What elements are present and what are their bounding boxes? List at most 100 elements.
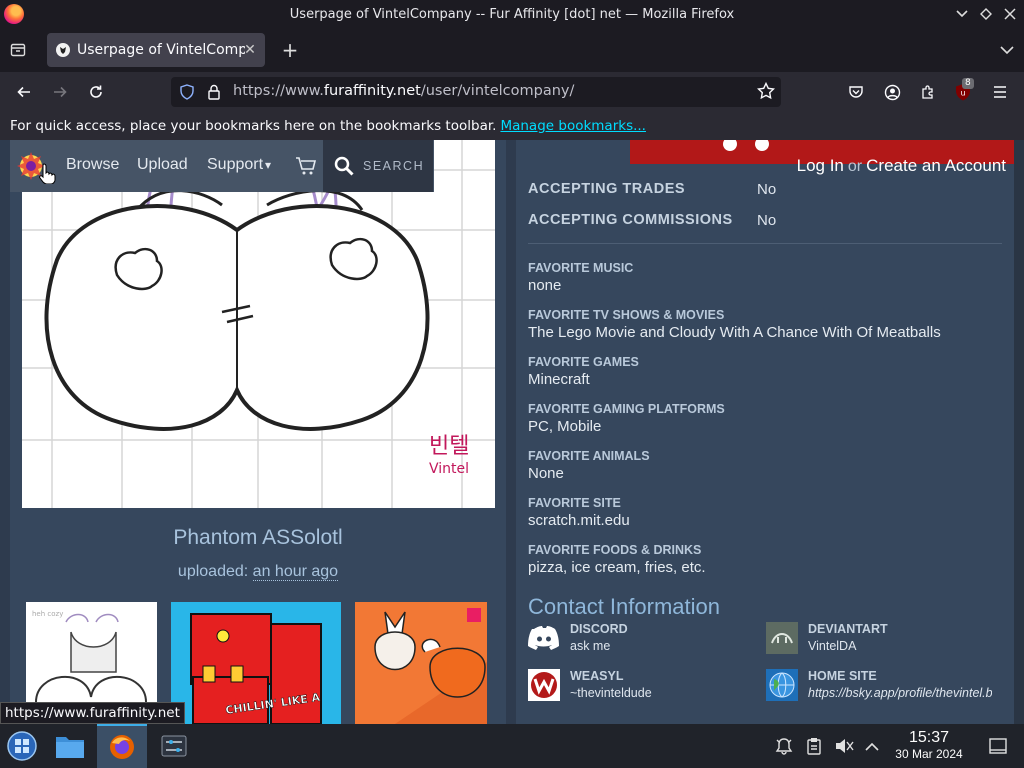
tab-close-icon[interactable]: ✕ (241, 41, 259, 59)
pocket-button[interactable] (844, 80, 868, 104)
mouse-pointer-icon (39, 163, 56, 184)
clock-time: 15:37 (908, 729, 950, 746)
thumbnail-caption-1: heh cozy (32, 610, 63, 618)
reload-button[interactable] (84, 80, 108, 104)
profile-info-panel: ACCEPTING TRADES No ACCEPTING COMMISSION… (516, 140, 1014, 724)
nav-browse[interactable]: Browse (66, 156, 119, 174)
favorite-music: FAVORITE MUSIC none (528, 261, 634, 294)
firefox-logo-icon (4, 4, 24, 24)
url-text[interactable]: https://www.furaffinity.net/user/vintelc… (233, 83, 574, 99)
submission-title[interactable]: Phantom ASSolotl (10, 526, 506, 550)
taskbar-clock[interactable]: 15:37 30 Mar 2024 (886, 729, 972, 761)
taskbar-firefox-button[interactable] (97, 724, 147, 768)
ublock-count-badge: 8 (962, 78, 974, 89)
reload-icon (90, 85, 102, 98)
show-desktop-button[interactable] (986, 724, 1010, 768)
contact-deviantart[interactable]: DEVIANTART VintelDA (766, 622, 996, 658)
folder-icon (56, 737, 84, 758)
artist-signature-korean: 빈텔 (429, 434, 469, 459)
tab-userpage[interactable]: Userpage of VintelCompany -- Fur Affinit… (47, 33, 265, 67)
clock-date: 30 Mar 2024 (895, 747, 963, 761)
clipboard-tray-icon[interactable] (802, 724, 826, 768)
deviantart-icon (766, 622, 798, 654)
tray-expand-chevron-icon[interactable] (860, 724, 884, 768)
svg-text:u: u (960, 89, 965, 98)
pocket-icon (849, 86, 863, 98)
submission-upload-time: uploaded: an hour ago (177, 563, 339, 581)
firefox-view-button[interactable] (6, 38, 30, 62)
globe-icon (766, 669, 798, 701)
settings-sliders-icon (161, 735, 187, 757)
desktop-taskbar: 15:37 30 Mar 2024 (0, 724, 1024, 768)
forward-button[interactable] (48, 80, 72, 104)
forward-arrow-icon (54, 86, 67, 98)
app-menu-button[interactable] (988, 80, 1012, 104)
contact-information-heading: Contact Information (528, 594, 720, 619)
featured-artwork-image[interactable]: 빈텔 Vintel (22, 140, 495, 508)
favorite-animals: FAVORITE ANIMALS None (528, 449, 650, 482)
maximize-icon[interactable] (974, 0, 998, 28)
chevron-down-icon (1000, 46, 1014, 55)
notifications-tray-icon[interactable] (772, 724, 796, 768)
volume-muted-tray-icon[interactable] (832, 724, 856, 768)
search-icon[interactable] (334, 156, 354, 176)
favorite-tv-shows-movies: FAVORITE TV SHOWS & MOVIES The Lego Movie… (528, 308, 941, 341)
nav-support[interactable]: Support ▾ (207, 156, 271, 174)
minimize-icon[interactable] (950, 0, 974, 28)
back-arrow-icon (17, 86, 30, 98)
create-account-link[interactable]: Create an Account (866, 156, 1006, 175)
window-titlebar: Userpage of VintelCompany -- Fur Affinit… (0, 0, 1024, 28)
page-scrollbar[interactable] (1014, 140, 1024, 724)
caret-down-icon: ▾ (265, 158, 272, 172)
start-orb-icon (7, 731, 37, 761)
gallery-thumbnail-3[interactable] (355, 602, 487, 724)
weasyl-icon (528, 669, 560, 701)
bookmarks-toolbar: For quick access, place your bookmarks h… (0, 112, 1024, 140)
contact-discord[interactable]: DISCORD ask me (528, 622, 758, 658)
list-all-tabs-button[interactable] (1000, 40, 1014, 59)
url-bar[interactable]: https://www.furaffinity.net/user/vintelc… (171, 77, 781, 107)
favorite-foods-drinks: FAVORITE FOODS & DRINKS pizza, ice cream,… (528, 543, 706, 576)
section-divider (528, 243, 1002, 244)
hamburger-menu-icon (994, 86, 1006, 98)
show-desktop-icon (989, 738, 1007, 754)
contact-weasyl[interactable]: WEASYL ~thevinteldude (528, 669, 758, 705)
favorite-gaming-platforms: FAVORITE GAMING PLATFORMS PC, Mobile (528, 402, 725, 435)
page-content: 빈텔 Vintel Phantom ASSolotl uploaded: an … (0, 140, 1024, 724)
shopping-cart-icon[interactable] (295, 156, 317, 176)
puzzle-piece-icon (922, 85, 933, 99)
file-manager-button[interactable] (48, 724, 92, 768)
close-window-icon[interactable] (998, 0, 1022, 28)
bookmarks-empty-message: For quick access, place your bookmarks h… (10, 118, 497, 134)
discord-icon (528, 622, 560, 654)
firefox-view-icon (10, 43, 26, 57)
site-header: Browse Upload Support ▾ SEARCH Log In or Cr… (0, 140, 1024, 192)
navigation-toolbar: https://www.furaffinity.net/user/vintelc… (0, 72, 1024, 112)
gallery-thumbnail-2[interactable]: CHILLIN' LIKE A (171, 602, 341, 724)
manage-bookmarks-link[interactable]: Manage bookmarks... (500, 118, 646, 134)
window-title: Userpage of VintelCompany -- Fur Affinit… (289, 6, 735, 22)
auth-links: Log In or Create an Account (796, 156, 1006, 175)
login-link[interactable]: Log In (797, 156, 844, 175)
search-label[interactable]: SEARCH (363, 159, 424, 173)
firefox-icon (110, 735, 134, 759)
start-menu-button[interactable] (0, 724, 44, 768)
system-settings-button[interactable] (152, 724, 196, 768)
nav-upload[interactable]: Upload (137, 156, 188, 174)
extensions-button[interactable] (916, 80, 940, 104)
featured-submission-panel: 빈텔 Vintel Phantom ASSolotl uploaded: an … (10, 140, 506, 724)
contact-home-site[interactable]: HOME SITE https://bsky.app/profile/thevi… (766, 669, 996, 705)
padlock-icon[interactable] (206, 83, 222, 101)
account-button[interactable] (880, 80, 904, 104)
furaffinity-favicon-icon (56, 43, 70, 57)
bookmark-star-icon[interactable] (757, 82, 775, 100)
tab-strip: Userpage of VintelCompany -- Fur Affinit… (0, 28, 1024, 72)
back-button[interactable] (12, 80, 36, 104)
account-icon (884, 84, 900, 100)
new-tab-button[interactable]: + (278, 38, 302, 62)
link-status-tooltip: https://www.furaffinity.net (0, 702, 185, 724)
tracking-protection-shield-icon[interactable] (179, 84, 195, 100)
artist-signature: Vintel (429, 461, 469, 477)
favorite-site: FAVORITE SITE scratch.mit.edu (528, 496, 630, 529)
favorite-games: FAVORITE GAMES Minecraft (528, 355, 639, 388)
